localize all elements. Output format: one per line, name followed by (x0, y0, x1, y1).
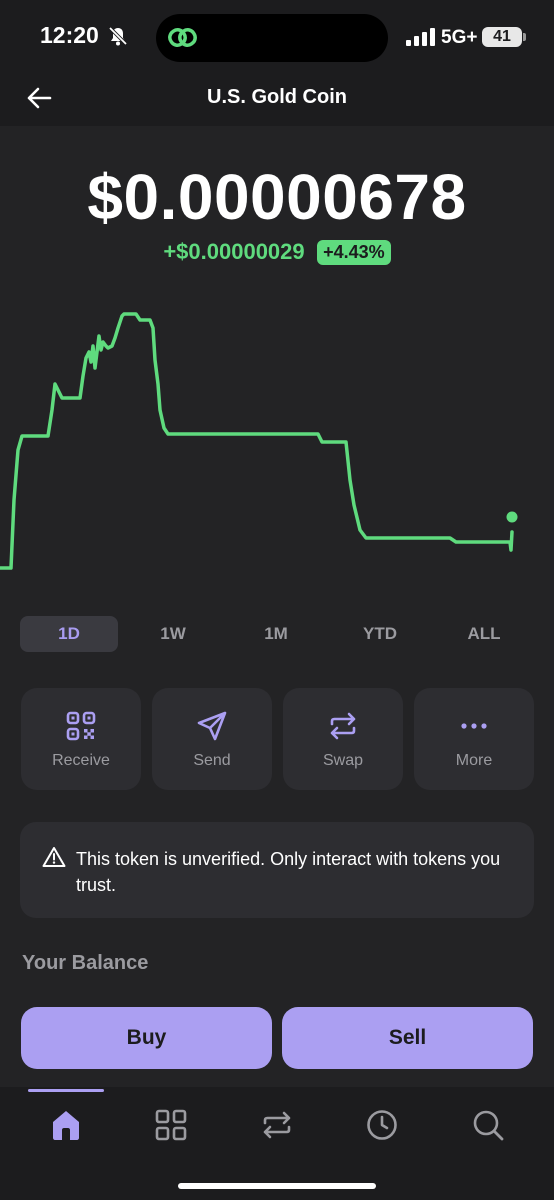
sell-button[interactable]: Sell (282, 1007, 533, 1069)
dynamic-island (156, 14, 388, 62)
home-indicator (178, 1183, 376, 1189)
page-title: U.S. Gold Coin (207, 86, 347, 108)
balance-title: Your Balance (22, 952, 149, 974)
more-label: More (455, 752, 493, 769)
price-change-amount: +$0.00000029 (163, 239, 305, 264)
bottom-tab-bar (0, 1087, 554, 1200)
range-tabs: 1D 1W 1M YTD ALL (20, 616, 534, 652)
battery-tip (523, 33, 526, 41)
warning-triangle-icon (42, 847, 66, 867)
status-time: 12:20 (40, 22, 99, 48)
chart-end-marker (506, 511, 518, 523)
home-icon[interactable] (48, 1107, 84, 1143)
qr-code-icon (66, 711, 96, 741)
send-icon (197, 711, 227, 741)
header: U.S. Gold Coin (0, 70, 554, 126)
price-line (0, 312, 514, 570)
grid-icon[interactable] (153, 1107, 189, 1143)
warning-text: This token is unverified. Only interact … (76, 849, 501, 895)
search-icon[interactable] (470, 1107, 506, 1143)
bell-off-icon (108, 26, 128, 46)
receive-button[interactable]: Receive (21, 688, 141, 790)
price-change-row: +$0.00000029 +4.43% (0, 239, 554, 265)
signal-icon (406, 28, 435, 46)
swap-icon (330, 712, 356, 740)
status-bar: 12:20 5G+ 41 (0, 0, 554, 70)
tab-ytd[interactable]: YTD (331, 616, 429, 652)
battery-icon: 41 (482, 27, 522, 47)
tab-all[interactable]: ALL (435, 616, 533, 652)
active-tab-indicator (28, 1089, 104, 1092)
swap-label: Swap (322, 752, 364, 769)
price-change-badge: +4.43% (317, 239, 391, 265)
link-logo-icon (168, 28, 197, 47)
tab-1w[interactable]: 1W (124, 616, 222, 652)
token-detail-screen: 12:20 5G+ 41 U.S. Gold Coin $0.00000678 … (0, 0, 554, 1200)
receive-label: Receive (52, 752, 110, 769)
swap-button[interactable]: Swap (283, 688, 403, 790)
more-button[interactable]: More (414, 688, 534, 790)
price-chart[interactable] (0, 300, 554, 580)
send-button[interactable]: Send (152, 688, 272, 790)
tab-1d[interactable]: 1D (20, 616, 118, 652)
more-dots-icon (461, 723, 487, 729)
clock-icon[interactable] (364, 1107, 400, 1143)
tab-1m[interactable]: 1M (227, 616, 325, 652)
network-label: 5G+ (441, 27, 478, 48)
buy-button[interactable]: Buy (21, 1007, 272, 1069)
unverified-warning: This token is unverified. Only interact … (20, 822, 534, 918)
send-label: Send (193, 752, 231, 769)
token-price: $0.00000678 (87, 161, 467, 233)
swap-tab-icon[interactable] (259, 1107, 295, 1143)
